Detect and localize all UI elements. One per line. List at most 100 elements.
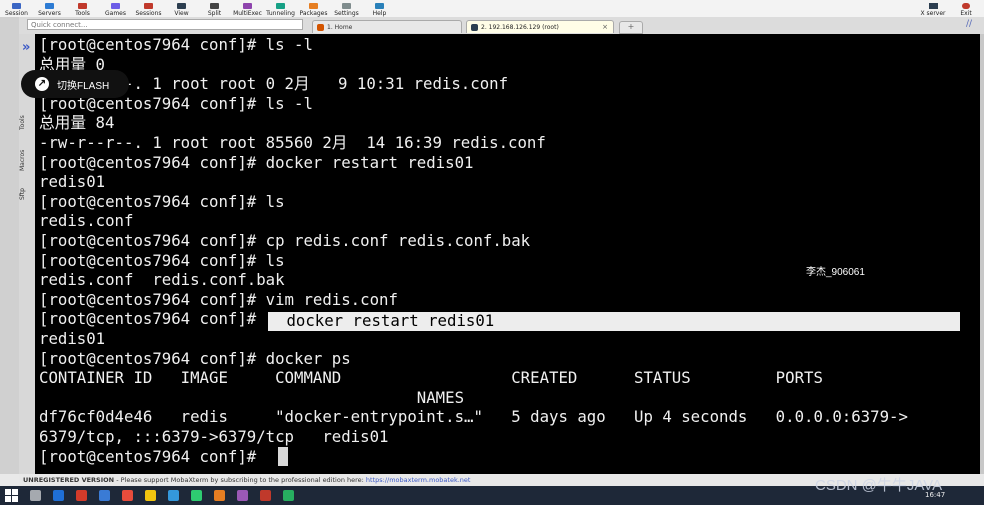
settings-icon xyxy=(342,3,351,9)
terminal-line: NAMES xyxy=(39,387,465,407)
toolbar-button-tools[interactable]: Tools xyxy=(66,0,99,17)
terminal-line: [root@centos7964 conf]# xyxy=(39,446,257,466)
toolbar-label: Tools xyxy=(75,10,90,17)
toolbar-button-help[interactable]: Help xyxy=(363,0,396,17)
home-icon xyxy=(317,24,324,31)
toolbar-button-games[interactable]: Games xyxy=(99,0,132,17)
toolbar-label: Help xyxy=(372,10,387,17)
support-message: - Please support MobaXterm by subscribin… xyxy=(114,476,366,484)
toolbar-button-split[interactable]: Split xyxy=(198,0,231,17)
taskbar-app-icon[interactable] xyxy=(122,490,133,501)
tab-ssh-session[interactable]: 2. 192.168.126.129 (root) × xyxy=(466,20,614,33)
quick-connect-input[interactable]: Quick connect... xyxy=(27,19,303,30)
attach-icon[interactable]: ∕∕ xyxy=(966,19,972,29)
toolbar-button-sessions[interactable]: Sessions xyxy=(132,0,165,17)
toolbar-label: Split xyxy=(207,10,222,17)
new-tab-button[interactable]: + xyxy=(619,21,643,34)
toolbar-label: MultiExec xyxy=(233,10,262,17)
taskbar-app-icon[interactable] xyxy=(237,490,248,501)
toolbar-label: Servers xyxy=(38,10,61,17)
power-icon xyxy=(962,3,970,9)
user-watermark: 李杰_906061 xyxy=(806,267,865,278)
sidebar-tab-sftp[interactable]: Sftp xyxy=(19,182,35,206)
window-left-edge xyxy=(0,17,19,474)
terminal-line: [root@centos7964 conf]# ls xyxy=(39,191,285,211)
terminal-line: df76cf0d4e46 redis "docker-entrypoint.s…… xyxy=(39,407,908,427)
toolbar-label: Tunneling xyxy=(266,10,295,17)
exit-label: Exit xyxy=(960,10,972,17)
sidebar-expand-icon[interactable]: » xyxy=(22,40,30,55)
split-icon xyxy=(210,3,219,9)
close-tab-icon[interactable]: × xyxy=(602,21,608,34)
flash-toggle-button[interactable]: ↗ 切换FLASH xyxy=(21,70,129,98)
toolbar-button-multiexec[interactable]: MultiExec xyxy=(231,0,264,17)
taskbar-app-icon[interactable] xyxy=(191,490,202,501)
highlighted-command: docker restart redis01 xyxy=(277,311,495,330)
tab-home-label: 1. Home xyxy=(327,24,353,31)
flash-label: 切换FLASH xyxy=(57,80,110,92)
taskbar-app-icon[interactable] xyxy=(76,490,87,501)
toolbar-button-session[interactable]: Session xyxy=(0,0,33,17)
multiexec-icon xyxy=(243,3,252,9)
toolbar-label: Games xyxy=(105,10,126,17)
toolbar-label: View xyxy=(174,10,189,17)
terminal-line: 6379/tcp, :::6379->6379/tcp redis01 xyxy=(39,427,389,446)
mobaxterm-link[interactable]: https://mobaxterm.mobatek.net xyxy=(366,476,471,484)
taskbar-app-icon[interactable] xyxy=(168,490,179,501)
games-icon xyxy=(111,3,120,9)
taskbar-app-icon[interactable] xyxy=(260,490,271,501)
x-server-button[interactable]: X server xyxy=(915,0,951,17)
toolbar-button-servers[interactable]: Servers xyxy=(33,0,66,17)
tab-ssh-label: 2. 192.168.126.129 (root) xyxy=(481,24,559,31)
taskbar-app-icon[interactable] xyxy=(99,490,110,501)
toolbar-button-tunneling[interactable]: Tunneling xyxy=(264,0,297,17)
sessions-icon xyxy=(144,3,153,9)
help-icon xyxy=(375,3,384,9)
toolbar-label: Sessions xyxy=(135,10,162,17)
toolbar-button-view[interactable]: View xyxy=(165,0,198,17)
taskbar-app-icon[interactable] xyxy=(53,490,64,501)
toolbar-label: Packages xyxy=(299,10,328,17)
toolbar-label: Session xyxy=(5,10,28,17)
terminal-line: [root@centos7964 conf]# docker restart r… xyxy=(39,152,474,172)
sidebar-tab-tools[interactable]: Tools xyxy=(19,108,35,138)
taskbar-app-icon[interactable] xyxy=(214,490,225,501)
toolbar-label: Settings xyxy=(334,10,359,17)
x-server-icon xyxy=(928,3,938,9)
terminal-line: redis.conf redis.conf.bak xyxy=(39,270,285,290)
terminal-line: -rw-r--r--. 1 root root 85560 2月 14 16:3… xyxy=(39,133,546,152)
unregistered-label: UNREGISTERED VERSION xyxy=(23,476,115,484)
tab-home[interactable]: 1. Home xyxy=(312,20,462,33)
lightning-icon: ↗ xyxy=(35,77,49,91)
terminal-line: redis.conf xyxy=(39,211,134,231)
tunneling-icon xyxy=(276,3,285,9)
terminal-scrollbar[interactable] xyxy=(980,34,984,474)
terminal-line: [root@centos7964 conf]# docker ps xyxy=(39,348,351,368)
taskbar-app-icon[interactable] xyxy=(30,490,41,501)
packages-icon xyxy=(309,3,318,9)
terminal-line: [root@centos7964 conf]# xyxy=(39,309,257,329)
csdn-watermark: CSDN @牛牛JAVA xyxy=(815,477,943,494)
terminal-line: redis01 xyxy=(39,329,106,348)
toolbar-button-packages[interactable]: Packages xyxy=(297,0,330,17)
sidebar xyxy=(19,34,36,474)
terminal-cursor xyxy=(278,447,288,466)
tools-icon xyxy=(78,3,87,9)
sidebar-tab-macros[interactable]: Macros xyxy=(19,144,35,176)
taskbar-app-icon[interactable] xyxy=(145,490,156,501)
view-icon xyxy=(177,3,186,9)
x-server-label: X server xyxy=(920,10,946,17)
terminal-line: CONTAINER ID IMAGE COMMAND CREATED STATU… xyxy=(39,368,823,388)
taskbar-app-icon[interactable] xyxy=(283,490,294,501)
terminal-line: [root@centos7964 conf]# cp redis.conf re… xyxy=(39,231,531,250)
terminal-icon xyxy=(471,24,478,31)
windows-start-icon[interactable] xyxy=(5,489,18,502)
terminal-line: redis01 xyxy=(39,172,106,192)
terminal-line: [root@centos7964 conf]# ls -l xyxy=(39,35,313,54)
servers-icon xyxy=(45,3,54,9)
exit-button[interactable]: Exit xyxy=(955,0,977,17)
main-toolbar: Session Servers Tools Games Sessions View Spli… xyxy=(0,0,984,17)
toolbar-button-settings[interactable]: Settings xyxy=(330,0,363,17)
terminal-area[interactable]: [root@centos7964 conf]# 6379/tcp, :::6379… xyxy=(35,34,980,474)
terminal-line: [root@centos7964 conf]# vim redis.conf xyxy=(39,289,398,309)
